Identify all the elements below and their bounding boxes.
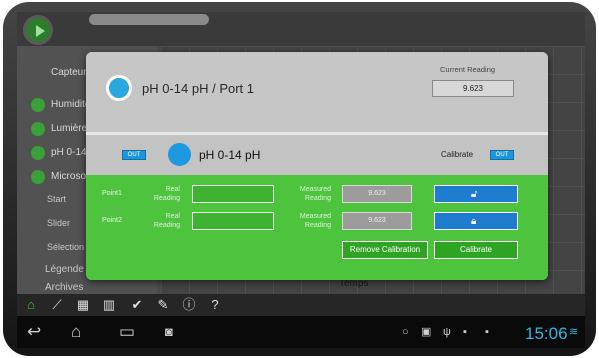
pencil-icon[interactable]: ✎ [155, 297, 171, 313]
sidebar-sub-selection[interactable]: Sélection [47, 242, 84, 252]
status-dot-icon [31, 146, 45, 160]
point2-measured-value: 9.623 [342, 212, 412, 230]
calibrate-label: Calibrate [441, 150, 474, 159]
sidebar-archives[interactable]: Archives [45, 282, 83, 293]
point2-measured-label: Measured Reading [299, 213, 331, 229]
sd-card-icon: ▪ [485, 326, 489, 338]
sensor-row: OUT pH 0-14 pH Calibrate OUT [86, 135, 548, 175]
calibrate-toggle[interactable]: OUT [490, 150, 514, 160]
check-icon[interactable]: ✔ [129, 297, 145, 313]
app-logo-icon[interactable] [23, 15, 53, 45]
current-reading-value: 9.623 [432, 80, 514, 97]
app-title-bar [89, 14, 209, 25]
circle-status-icon: ○ [402, 326, 409, 338]
android-nav-bar: ↩ ⌂ ▭ ◙ ○ ▣ ψ ▪ ▪ 15:06 ≋ [17, 316, 585, 348]
point1-lock-button[interactable]: 🔓︎ [434, 185, 518, 203]
home-nav-icon[interactable]: ⌂ [71, 322, 81, 342]
point1-real-input[interactable] [192, 185, 274, 203]
lock-icon: 🔒︎ [471, 216, 477, 227]
out-toggle[interactable]: OUT [122, 150, 146, 160]
app-bar [17, 12, 585, 46]
point2-real-label: Real Reading [153, 213, 180, 229]
sidebar-legend[interactable]: Légende [45, 264, 84, 275]
status-dot-icon [31, 170, 45, 184]
wifi-icon: ≋ [569, 326, 579, 338]
recent-apps-icon[interactable]: ▭ [119, 322, 135, 342]
sidebar-item-label: Capteur [51, 67, 87, 78]
tablet-screen: Capteur Humidité Lumière pH 0-14 Microso… [17, 12, 585, 348]
sidebar-item-label: Microsol [51, 171, 89, 182]
unlock-icon: 🔓︎ [471, 189, 478, 200]
sensor-icon [106, 75, 132, 101]
point1-measured-value: 9.623 [342, 185, 412, 203]
sensor-status-icon [168, 143, 191, 166]
current-reading-label: Current Reading [440, 65, 496, 74]
remove-calibration-button[interactable]: Remove Calibration [342, 241, 428, 259]
info-icon[interactable]: ⓘ [181, 297, 197, 313]
image-status-icon: ▣ [421, 326, 432, 338]
screenshot-icon[interactable]: ◙ [165, 322, 173, 342]
sidebar-sub-start[interactable]: Start [47, 194, 66, 204]
chart-line-icon[interactable]: ⟋ [49, 297, 65, 313]
calibration-dialog: pH 0-14 pH / Port 1 Current Reading 9.62… [86, 52, 548, 280]
sidebar-item-label: pH 0-14 [51, 147, 87, 158]
tablet-bezel: Capteur Humidité Lumière pH 0-14 Microso… [3, 2, 596, 356]
notification-icon: ▪ [463, 326, 467, 338]
status-dot-icon [31, 122, 45, 136]
point2-real-input[interactable] [192, 212, 274, 230]
status-dot-icon [31, 98, 45, 112]
help-icon[interactable]: ? [207, 297, 223, 313]
usb-icon: ψ [443, 326, 451, 338]
point1-real-label: Real Reading [153, 186, 180, 202]
point1-label: Point1 [102, 190, 122, 197]
calendar-icon[interactable]: ▦ [75, 297, 91, 313]
bar-chart-icon[interactable]: ▥ [101, 297, 117, 313]
clock: 15:06 [525, 324, 568, 343]
calibrate-button[interactable]: Calibrate [434, 241, 518, 259]
calibration-panel: Point1 Real Reading Measured Reading 9.6… [86, 175, 548, 280]
sidebar-item-label: Humidité [51, 99, 91, 110]
point2-lock-button[interactable]: 🔒︎ [434, 212, 518, 230]
bottom-toolbar: ⌂ ⟋ ▦ ▥ ✔ ✎ ⓘ ? [17, 294, 585, 316]
point2-label: Point2 [102, 217, 122, 224]
sidebar-sub-slider[interactable]: Slider [47, 218, 70, 228]
dialog-title: pH 0-14 pH / Port 1 [142, 81, 254, 96]
sidebar-item-label: Lumière [51, 123, 88, 134]
back-icon[interactable]: ↩ [27, 322, 41, 342]
sensor-title: pH 0-14 pH [199, 148, 261, 162]
point1-measured-label: Measured Reading [299, 186, 331, 202]
home-icon[interactable]: ⌂ [23, 297, 39, 313]
dialog-header: pH 0-14 pH / Port 1 Current Reading 9.62… [86, 52, 548, 132]
